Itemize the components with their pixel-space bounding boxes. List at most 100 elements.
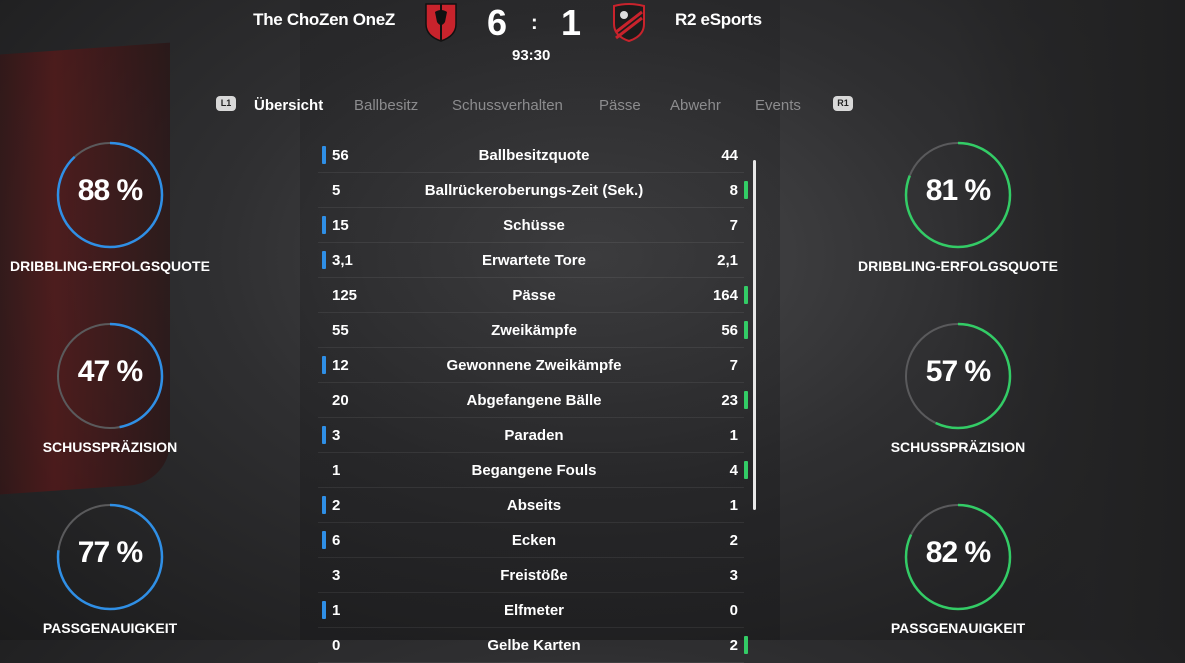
stat-away-value: 3 [729,567,738,584]
stat-label: Gewonnene Zweikämpfe [446,357,622,374]
away-ring-gauge: 57 % [903,321,1013,431]
stat-home-value: 20 [332,392,349,409]
stat-home-value: 5 [332,182,341,199]
stat-label: Abseits [506,497,562,514]
stat-row: 1 Begangene Fouls 4 [318,453,748,488]
away-lead-indicator [744,391,748,409]
stat-row: 3 Paraden 1 [318,418,744,453]
stat-home-value: 3,1 [332,252,353,269]
stat-label: Abgefangene Bälle [466,392,602,409]
stat-row: 12 Gewonnene Zweikämpfe 7 [318,348,744,383]
home-lead-indicator [322,216,326,234]
away-ring-label: PASSGENAUIGKEIT [890,620,1026,636]
away-lead-indicator [744,461,748,479]
tab-events[interactable]: Events [755,97,801,114]
stat-label: Zweikämpfe [491,322,577,339]
stats-table: 56 Ballbesitzquote 44 5 Ballrückeroberungs-Z… [318,138,748,663]
stat-label: Ecken [511,532,557,549]
away-lead-indicator [744,321,748,339]
away-ring-label: SCHUSSPRÄZISION [890,439,1026,455]
score-separator: : [531,12,538,34]
r1-button-icon[interactable]: R1 [833,96,853,111]
home-lead-indicator [322,496,326,514]
home-lead-indicator [322,356,326,374]
tab-uebersicht[interactable]: Übersicht [254,97,323,114]
stat-away-value: 2 [729,532,738,549]
stat-home-value: 2 [332,497,341,514]
home-lead-indicator [322,251,326,269]
stat-home-value: 12 [332,357,349,374]
home-ring-gauge: 88 % [55,140,165,250]
stat-away-value: 8 [729,182,738,199]
home-team-name: The ChoZen OneZ [253,10,395,29]
stat-row: 55 Zweikämpfe 56 [318,313,748,348]
stat-home-value: 3 [332,567,341,584]
stat-label: Pässe [512,287,556,304]
home-ring-value: 88 % [77,174,143,207]
stat-away-value: 56 [721,322,738,339]
away-ring-label: DRIBBLING-ERFOLGSQUOTE [858,258,1058,274]
stat-row: 2 Abseits 1 [318,488,744,523]
home-ring-label: SCHUSSPRÄZISION [42,439,178,455]
stat-away-value: 7 [729,217,738,234]
home-ring-gauge: 77 % [55,502,165,612]
stat-away-value: 23 [721,392,738,409]
away-ring-value: 57 % [925,355,991,388]
stat-home-value: 15 [332,217,349,234]
stat-row: 6 Ecken 2 [318,523,744,558]
tab-paesse[interactable]: Pässe [599,97,641,114]
stat-label: Elfmeter [503,602,565,619]
stat-away-value: 7 [729,357,738,374]
stat-home-value: 55 [332,322,349,339]
stat-away-value: 44 [721,147,738,164]
away-lead-indicator [744,181,748,199]
home-lead-indicator [322,601,326,619]
stat-away-value: 1 [729,497,738,514]
away-lead-indicator [744,286,748,304]
stat-home-value: 6 [332,532,341,549]
stat-row: 125 Pässe 164 [318,278,748,313]
home-score: 6 [487,2,508,43]
away-team-crest-icon [613,3,645,42]
stat-home-value: 1 [332,602,341,619]
stat-row: 3 Freistöße 3 [318,558,744,593]
stat-away-value: 1 [729,427,738,444]
stats-tab-bar: L1 Übersicht Ballbesitz Schussverhalten … [0,92,1185,120]
stat-label: Erwartete Tore [482,252,586,269]
stat-label: Ballbesitzquote [478,147,590,164]
away-ring-value: 82 % [925,536,991,569]
stat-home-value: 3 [332,427,341,444]
tab-schussverhalten[interactable]: Schussverhalten [452,97,563,114]
stat-label: Begangene Fouls [471,462,597,479]
away-team-name: R2 eSports [675,10,762,29]
home-team-crest-icon [425,3,457,42]
match-clock: 93:30 [512,47,551,64]
stats-scrollbar[interactable] [753,160,756,510]
stat-row: 56 Ballbesitzquote 44 [318,138,744,173]
home-lead-indicator [322,426,326,444]
away-ring-gauge: 82 % [903,502,1013,612]
away-ring-gauge: 81 % [903,140,1013,250]
home-lead-indicator [322,146,326,164]
stat-label: Schüsse [503,217,565,234]
stat-label: Paraden [504,427,564,444]
stat-away-value: 4 [729,462,738,479]
away-score: 1 [561,2,582,43]
l1-button-icon[interactable]: L1 [216,96,236,111]
stat-home-value: 125 [332,287,358,304]
home-ring-label: DRIBBLING-ERFOLGSQUOTE [10,258,210,274]
home-ring-label: PASSGENAUIGKEIT [42,620,178,636]
stat-label: Freistöße [500,567,568,584]
stat-home-value: 56 [332,147,349,164]
match-header: The ChoZen OneZ 6 : 1 R2 eSports 93:30 [0,0,1185,80]
stat-row: 1 Elfmeter 0 [318,593,744,628]
stat-row: 15 Schüsse 7 [318,208,744,243]
tab-ballbesitz[interactable]: Ballbesitz [354,97,418,114]
stat-row: 5 Ballrückeroberungs-Zeit (Sek.) 8 [318,173,748,208]
stat-row: 3,1 Erwartete Tore 2,1 [318,243,744,278]
away-lead-indicator [744,636,748,654]
tab-abwehr[interactable]: Abwehr [670,97,721,114]
stat-row: 20 Abgefangene Bälle 23 [318,383,748,418]
home-ring-value: 77 % [77,536,143,569]
stat-home-value: 1 [332,462,341,479]
